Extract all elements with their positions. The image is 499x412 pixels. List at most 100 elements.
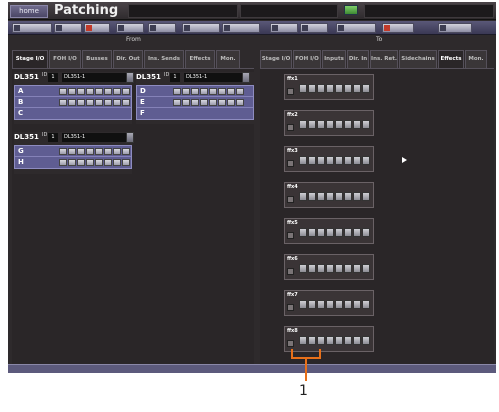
patch-slot[interactable] <box>182 99 190 106</box>
patch-slot[interactable] <box>113 99 121 106</box>
patch-slot[interactable] <box>209 99 217 106</box>
patch-slot[interactable] <box>95 148 103 155</box>
patch-slot[interactable] <box>77 88 85 95</box>
device-name-field[interactable]: DL351-1 <box>62 133 126 142</box>
patch-slot[interactable] <box>326 84 334 93</box>
patch-slot[interactable] <box>362 156 370 165</box>
patch-slot[interactable] <box>353 120 361 129</box>
patch-slot[interactable] <box>122 99 130 106</box>
toolbar-button[interactable] <box>84 23 110 33</box>
patch-slot[interactable] <box>344 264 352 273</box>
patch-slot[interactable] <box>335 120 343 129</box>
patch-slot[interactable] <box>236 88 244 95</box>
patch-slot[interactable] <box>326 336 334 345</box>
patch-slot[interactable] <box>59 88 67 95</box>
id-field[interactable]: 1 <box>48 73 58 82</box>
effect-select-button[interactable] <box>287 304 294 311</box>
patch-slot[interactable] <box>335 192 343 201</box>
patch-slot[interactable] <box>200 99 208 106</box>
patch-slot[interactable] <box>182 88 190 95</box>
patch-slot[interactable] <box>308 228 316 237</box>
patch-slot[interactable] <box>308 300 316 309</box>
tab-from-stage-io[interactable]: Stage I/O <box>12 50 48 69</box>
tab-from-mon[interactable]: Mon. <box>216 50 240 68</box>
toolbar-button[interactable] <box>116 23 144 33</box>
id-field[interactable]: 1 <box>48 133 58 142</box>
patch-slot[interactable] <box>191 88 199 95</box>
effect-select-button[interactable] <box>287 232 294 239</box>
patch-slot[interactable] <box>86 88 94 95</box>
patch-slot[interactable] <box>299 228 307 237</box>
patch-slot[interactable] <box>362 336 370 345</box>
patch-slot[interactable] <box>362 84 370 93</box>
patch-slot[interactable] <box>227 88 235 95</box>
patch-slot[interactable] <box>344 300 352 309</box>
patch-slot[interactable] <box>104 88 112 95</box>
patch-slot[interactable] <box>344 228 352 237</box>
device-menu-button[interactable] <box>242 72 250 83</box>
tab-to-sidechains[interactable]: Sidechains <box>399 50 437 68</box>
toolbar-button[interactable] <box>336 23 376 33</box>
device-menu-button[interactable] <box>126 72 134 83</box>
toolbar-button[interactable] <box>382 23 414 33</box>
patch-slot[interactable] <box>68 148 76 155</box>
toolbar-button[interactable] <box>182 23 220 33</box>
patch-slot[interactable] <box>77 99 85 106</box>
patch-slot[interactable] <box>317 192 325 201</box>
patch-slot[interactable] <box>95 99 103 106</box>
device-name-field[interactable]: DL351-1 <box>62 73 126 82</box>
patch-slot[interactable] <box>299 192 307 201</box>
patch-slot[interactable] <box>113 88 121 95</box>
tab-to-dir-in[interactable]: Dir. In <box>347 50 369 68</box>
patch-slot[interactable] <box>104 148 112 155</box>
tab-from-ins-sends[interactable]: Ins. Sends <box>144 50 184 68</box>
effect-select-button[interactable] <box>287 268 294 275</box>
patch-slot[interactable] <box>68 99 76 106</box>
tab-to-ins-ret[interactable]: Ins. Ret. <box>370 50 398 68</box>
patch-slot[interactable] <box>173 88 181 95</box>
patch-slot[interactable] <box>353 228 361 237</box>
patch-slot[interactable] <box>353 156 361 165</box>
patch-slot[interactable] <box>353 192 361 201</box>
tab-to-foh-io[interactable]: FOH I/O <box>293 50 321 68</box>
tab-to-effects[interactable]: Effects <box>438 50 464 69</box>
patch-slot[interactable] <box>122 148 130 155</box>
tab-from-busses[interactable]: Busses <box>82 50 112 68</box>
patch-slot[interactable] <box>308 120 316 129</box>
patch-slot[interactable] <box>77 159 85 166</box>
patch-slot[interactable] <box>335 84 343 93</box>
patch-slot[interactable] <box>308 156 316 165</box>
patch-slot[interactable] <box>317 228 325 237</box>
effect-select-button[interactable] <box>287 340 294 347</box>
patch-slot[interactable] <box>299 156 307 165</box>
patch-slot[interactable] <box>344 336 352 345</box>
toolbar-button[interactable] <box>270 23 298 33</box>
patch-slot[interactable] <box>317 156 325 165</box>
patch-slot[interactable] <box>59 148 67 155</box>
patch-slot[interactable] <box>353 336 361 345</box>
patch-slot[interactable] <box>113 159 121 166</box>
patch-slot[interactable] <box>335 300 343 309</box>
patch-slot[interactable] <box>191 99 199 106</box>
patch-slot[interactable] <box>335 156 343 165</box>
toolbar-button[interactable] <box>148 23 176 33</box>
patch-slot[interactable] <box>353 264 361 273</box>
toolbar-button[interactable] <box>300 23 328 33</box>
patch-slot[interactable] <box>122 159 130 166</box>
tab-from-dir-out[interactable]: Dir. Out <box>113 50 143 68</box>
patch-slot[interactable] <box>122 88 130 95</box>
effect-select-button[interactable] <box>287 88 294 95</box>
patch-slot[interactable] <box>344 192 352 201</box>
patch-slot[interactable] <box>113 148 121 155</box>
patch-slot[interactable] <box>209 88 217 95</box>
patch-slot[interactable] <box>335 336 343 345</box>
tab-from-effects[interactable]: Effects <box>185 50 215 68</box>
patch-slot[interactable] <box>299 336 307 345</box>
patch-slot[interactable] <box>362 228 370 237</box>
patch-slot[interactable] <box>299 120 307 129</box>
toolbar-button[interactable] <box>222 23 260 33</box>
patch-slot[interactable] <box>326 228 334 237</box>
patch-slot[interactable] <box>299 264 307 273</box>
patch-slot[interactable] <box>86 148 94 155</box>
patch-slot[interactable] <box>59 159 67 166</box>
